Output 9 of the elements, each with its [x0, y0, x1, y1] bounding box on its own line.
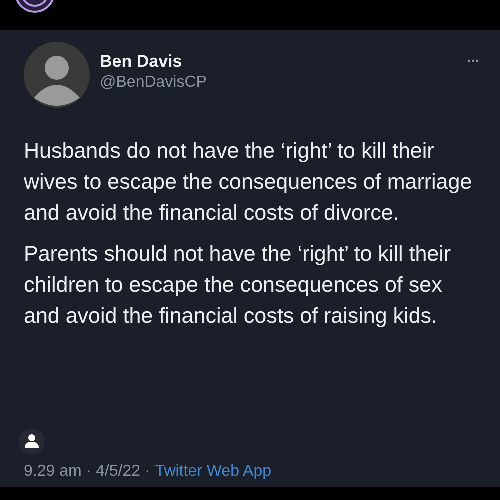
tweet-text: Husbands do not have the ‘right’ to kill their wives to escape the consequences of marriage and avoid the financial costs of divorce.: [24, 138, 474, 227]
person-icon[interactable]: [19, 429, 45, 455]
source-link[interactable]: Twitter Web App: [155, 463, 272, 481]
timestamp: 9.29 am · 4/5/22 ·: [24, 463, 150, 481]
tweet-text: Parents should not have the ‘right’ to kill their children to escape the consequences of sex and avoid the financial costs of raising kids.: [24, 241, 452, 330]
more-button[interactable]: •••: [468, 56, 480, 66]
avatar-icon[interactable]: [24, 42, 90, 108]
author-handle[interactable]: @BenDavisCP: [100, 74, 458, 92]
author-name[interactable]: Ben Davis: [100, 52, 458, 72]
